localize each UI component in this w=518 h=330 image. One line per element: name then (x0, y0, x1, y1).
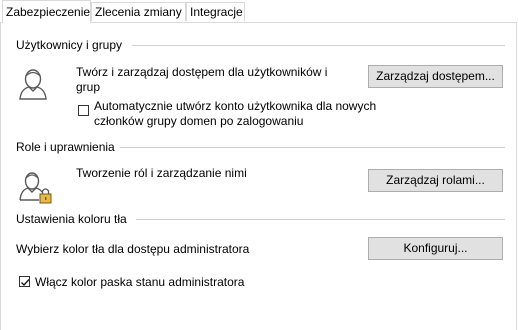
configure-button[interactable]: Konfiguruj... (368, 237, 503, 260)
status-bar-color-checkbox[interactable] (19, 276, 30, 287)
auto-create-account-checkbox[interactable] (78, 105, 89, 116)
users-description-line2: grup (76, 80, 101, 94)
auto-create-label-line1: Automatycznie utwórz konto użytkownika d… (94, 99, 377, 113)
users-section-title: Użytkownicy i grupy (16, 38, 123, 52)
users-description-line1: Twórz i zarządzaj dostępem dla użytkowni… (76, 65, 328, 79)
manage-access-button[interactable]: Zarządzaj dostępem... (368, 65, 503, 88)
color-description: Wybierz kolor tła dla dostępu administra… (16, 242, 250, 256)
security-tab-content: Użytkownicy i grupy Twórz i zarządzaj do… (0, 0, 518, 330)
roles-description: Tworzenie ról i zarządzanie nimi (76, 166, 247, 180)
user-icon (19, 69, 47, 100)
user-lock-icon (19, 172, 52, 204)
roles-section-divider (120, 147, 505, 148)
status-bar-color-label: Włącz kolor paska stanu administratora (35, 275, 245, 289)
users-section-divider (132, 45, 505, 46)
roles-section-title: Role i uprawnienia (16, 140, 115, 154)
color-section-title: Ustawienia koloru tła (16, 212, 127, 226)
color-section-divider (136, 219, 505, 220)
security-settings-window: Zabezpieczenie Zlecenia zmiany Integracj… (0, 0, 518, 330)
auto-create-label-line2: członków grupy domen po zalogowaniu (94, 114, 304, 128)
checkmark-icon (21, 279, 30, 287)
manage-roles-button[interactable]: Zarządzaj rolami... (368, 169, 503, 192)
